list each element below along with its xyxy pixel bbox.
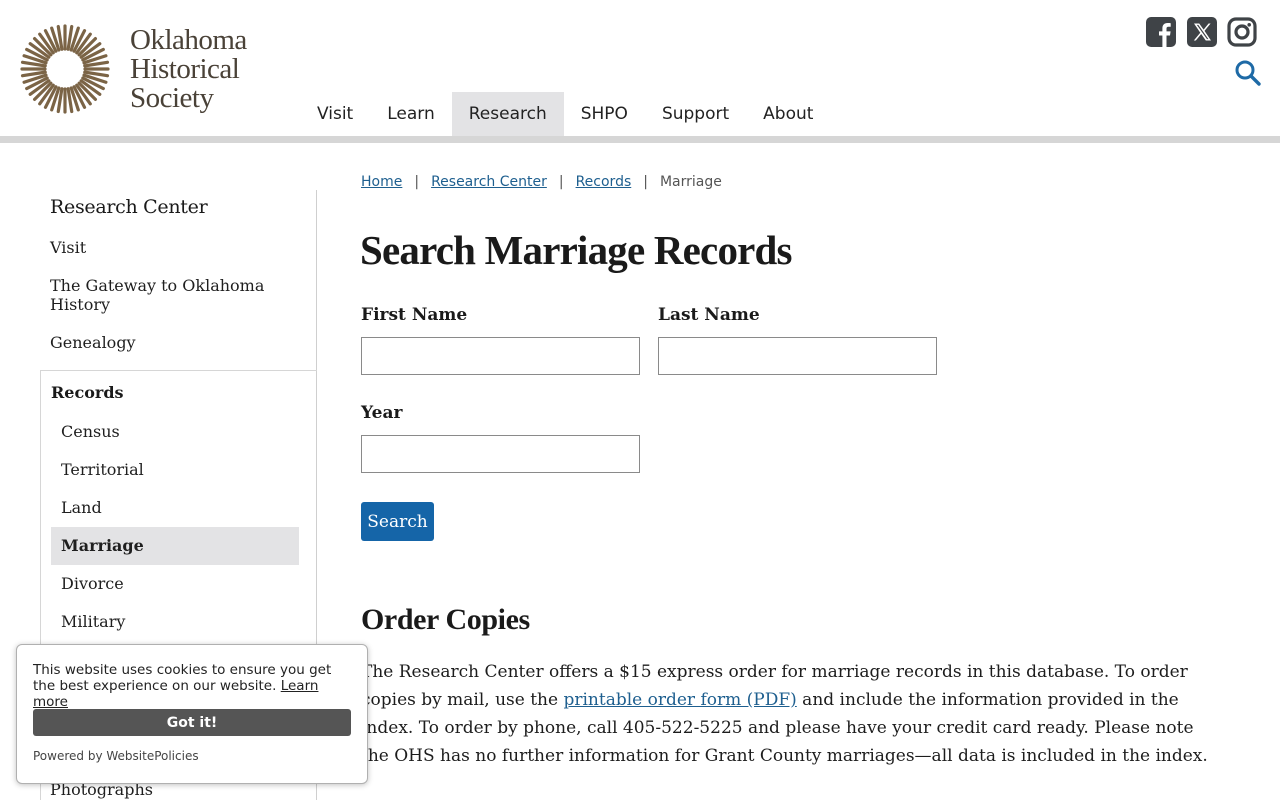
sidebar-item-marriage[interactable]: Marriage <box>51 527 299 565</box>
breadcrumb-separator: | <box>558 174 564 190</box>
instagram-icon[interactable] <box>1226 16 1258 48</box>
site-logo[interactable]: Oklahoma Historical Society <box>20 24 270 120</box>
year-input[interactable] <box>361 435 640 473</box>
breadcrumb-separator: | <box>414 174 420 190</box>
sunburst-logo-icon <box>20 24 110 114</box>
page-title: Search Marriage Records <box>360 227 793 273</box>
year-label: Year <box>361 403 403 423</box>
cookie-accept-button[interactable]: Got it! <box>33 709 351 736</box>
order-form-link[interactable]: printable order form (PDF) <box>563 690 796 710</box>
logo-line-1: Oklahoma <box>130 24 247 56</box>
order-copies-text: The Research Center offers a $15 express… <box>361 658 1221 770</box>
search-button[interactable]: Search <box>361 502 434 541</box>
sidebar-item-territorial[interactable]: Territorial <box>51 451 299 489</box>
sidebar-item-gateway[interactable]: The Gateway to Oklahoma History <box>50 276 280 314</box>
sidebar-item-divorce[interactable]: Divorce <box>51 565 299 603</box>
sidebar-item-records[interactable]: Records <box>51 383 124 402</box>
header-divider <box>0 136 1280 143</box>
breadcrumb-separator: | <box>643 174 648 190</box>
last-name-input[interactable] <box>658 337 937 375</box>
logo-wordmark: Oklahoma Historical Society <box>130 26 247 113</box>
breadcrumb: Home | Research Center | Records | Marri… <box>361 174 722 190</box>
sidebar-item-visit[interactable]: Visit <box>50 238 280 257</box>
breadcrumb-current: Marriage <box>659 174 722 190</box>
sidebar-item-military[interactable]: Military <box>51 603 299 641</box>
cookie-powered-by[interactable]: Powered by WebsitePolicies <box>33 749 199 763</box>
first-name-label: First Name <box>361 305 468 325</box>
order-copies-heading: Order Copies <box>361 603 530 636</box>
cookie-message: This website uses cookies to ensure you … <box>33 662 353 710</box>
sidebar-item-land[interactable]: Land <box>51 489 299 527</box>
logo-line-2: Historical <box>130 53 240 85</box>
sidebar-item-genealogy[interactable]: Genealogy <box>50 333 280 352</box>
site-header: Oklahoma Historical Society Visit Learn … <box>0 0 1280 136</box>
breadcrumb-home[interactable]: Home <box>361 174 402 190</box>
nav-item-visit[interactable]: Visit <box>300 92 370 136</box>
sidebar-title[interactable]: Research Center <box>50 196 208 218</box>
nav-item-support[interactable]: Support <box>645 92 746 136</box>
first-name-input[interactable] <box>361 337 640 375</box>
x-icon[interactable] <box>1186 16 1218 48</box>
cookie-banner: This website uses cookies to ensure you … <box>16 644 368 784</box>
nav-item-research[interactable]: Research <box>451 92 564 136</box>
sidebar-item-census[interactable]: Census <box>51 413 299 451</box>
nav-item-learn[interactable]: Learn <box>370 92 452 136</box>
main-nav: Visit Learn Research SHPO Support About <box>300 92 830 136</box>
facebook-icon[interactable] <box>1145 16 1177 48</box>
breadcrumb-research-center[interactable]: Research Center <box>431 174 547 190</box>
nav-item-shpo[interactable]: SHPO <box>564 92 645 136</box>
search-icon[interactable] <box>1234 59 1262 87</box>
last-name-label: Last Name <box>658 305 760 325</box>
breadcrumb-records[interactable]: Records <box>576 174 632 190</box>
logo-line-3: Society <box>130 82 214 114</box>
nav-item-about[interactable]: About <box>746 92 830 136</box>
